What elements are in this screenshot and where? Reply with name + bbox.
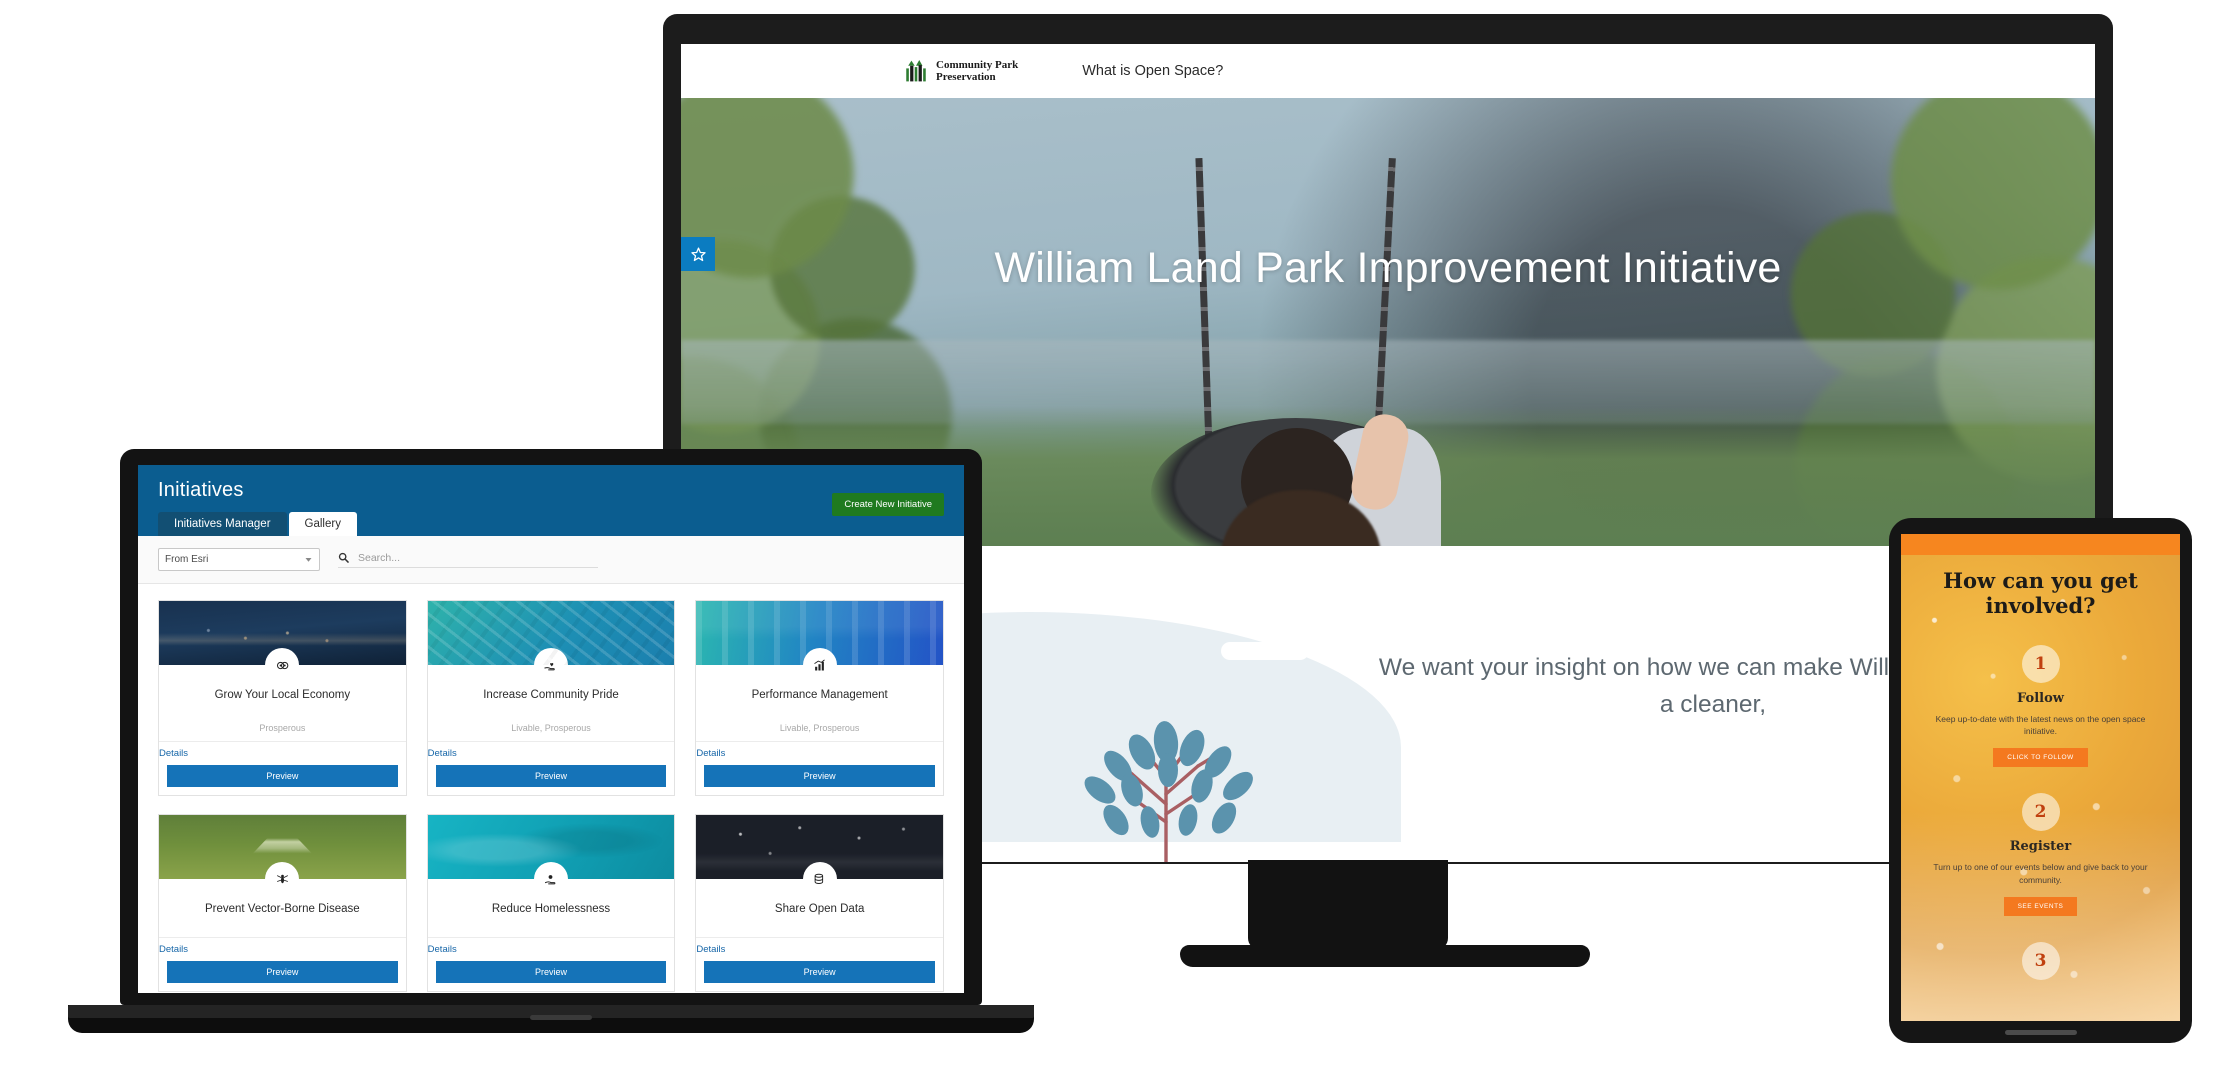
card-thumbnail (427, 601, 675, 680)
card-details-link[interactable]: Details (427, 937, 675, 961)
mobile-step-1: 1 Follow Keep up-to-date with the latest… (1915, 644, 2166, 768)
screenshot-stage: Community Park Preservation What is Open… (0, 0, 2233, 1085)
step-title: Register (2009, 839, 2072, 855)
tab-gallery[interactable]: Gallery (288, 512, 357, 536)
nav-link-what-is-open-space[interactable]: What is Open Space? (1082, 63, 1223, 79)
database-icon (804, 864, 835, 894)
laptop-screen: Initiatives Initiatives Manager Gallery … (138, 465, 964, 993)
mobile-phone-device: How can you get involved? 1 Follow Keep … (1889, 518, 2192, 1043)
card-tags: Livable, Prosperous (511, 723, 591, 733)
card-title: Increase Community Pride (483, 689, 619, 701)
card-preview-button[interactable]: Preview (435, 961, 667, 983)
search-placeholder: Search... (358, 551, 401, 564)
monitor-stand-base (1180, 945, 1590, 967)
app-toolbar: From Esri Search... (138, 536, 964, 584)
card-preview-button[interactable]: Preview (167, 961, 398, 983)
card-preview-button[interactable]: Preview (704, 961, 935, 983)
step-description: Keep up-to-date with the latest news on … (1935, 713, 2146, 737)
hand-heart-icon (535, 650, 566, 680)
card-details-link[interactable]: Details (159, 741, 406, 765)
gallery-card[interactable]: Reduce Homelessness Details Preview (426, 814, 676, 992)
illustration-cloud-right (1221, 642, 1309, 660)
mobile-home-indicator (2004, 1030, 2077, 1035)
see-events-button[interactable]: SEE EVENTS (2003, 896, 2078, 916)
card-details-link[interactable]: Details (696, 937, 943, 961)
brand-text: Community Park Preservation (936, 59, 1018, 84)
card-title: Reduce Homelessness (491, 903, 611, 915)
mobile-page-title: How can you get involved? (1943, 568, 2138, 618)
gallery-card[interactable]: Grow Your Local Economy Prosperous Detai… (158, 600, 407, 796)
card-tags: Prosperous (259, 723, 306, 733)
click-to-follow-button[interactable]: CLICK TO FOLLOW (1993, 748, 2088, 768)
card-details-link[interactable]: Details (159, 937, 406, 961)
search-icon (338, 552, 349, 563)
laptop-lid: Initiatives Initiatives Manager Gallery … (120, 449, 982, 1005)
card-title: Performance Management (751, 689, 888, 701)
card-preview-button[interactable]: Preview (435, 765, 667, 787)
initiatives-gallery: Grow Your Local Economy Prosperous Detai… (138, 584, 964, 993)
step-title: Follow (2017, 690, 2064, 706)
create-new-initiative-button[interactable]: Create New Initiative (832, 493, 944, 516)
chevron-down-icon (305, 558, 312, 562)
tab-initiatives-manager[interactable]: Initiatives Manager (158, 512, 287, 536)
card-preview-button[interactable]: Preview (704, 765, 935, 787)
search-input[interactable]: Search... (338, 552, 598, 568)
card-thumbnail (696, 815, 943, 894)
card-thumbnail (159, 601, 406, 680)
card-title: Share Open Data (774, 903, 865, 915)
laptop-trackpad-notch (530, 1015, 592, 1020)
card-thumbnail (696, 601, 943, 680)
monitor-stand-neck (1248, 860, 1448, 950)
card-title: Prevent Vector-Borne Disease (204, 903, 360, 915)
card-preview-button[interactable]: Preview (167, 765, 398, 787)
star-icon (690, 246, 706, 261)
card-thumbnail (427, 815, 675, 894)
mosquito-icon (267, 864, 298, 894)
mobile-step-3: 3 (1915, 941, 2166, 980)
source-filter-select[interactable]: From Esri (158, 548, 320, 571)
money-icon (267, 650, 298, 680)
three-trees-logo-icon (906, 59, 926, 82)
card-thumbnail (159, 815, 406, 894)
card-tags: Livable, Prosperous (779, 723, 860, 733)
gallery-card[interactable]: Prevent Vector-Borne Disease Details Pre… (158, 814, 407, 992)
gallery-card[interactable]: Increase Community Pride Livable, Prospe… (426, 600, 676, 796)
brand-line-1: Community Park (936, 58, 1019, 71)
tree-illustration (1084, 721, 1253, 862)
gallery-card[interactable]: Performance Management Livable, Prospero… (695, 600, 944, 796)
hero-title: William Land Park Improvement Initiative (994, 244, 1782, 292)
step-number: 2 (2021, 793, 2060, 832)
card-details-link[interactable]: Details (696, 741, 943, 765)
follow-badge-button[interactable] (681, 237, 715, 271)
laptop-device: Initiatives Initiatives Manager Gallery … (68, 449, 1034, 1033)
gallery-card[interactable]: Share Open Data Details Preview (695, 814, 944, 992)
source-filter-value: From Esri (165, 554, 209, 565)
bar-chart-icon (804, 650, 835, 680)
app-title: Initiatives (158, 479, 244, 501)
step-number: 1 (2021, 644, 2060, 683)
brand-logo-group[interactable]: Community Park Preservation (903, 58, 1018, 84)
mobile-screen: How can you get involved? 1 Follow Keep … (1901, 534, 2180, 1021)
card-title: Grow Your Local Economy (214, 689, 351, 701)
card-details-link[interactable]: Details (427, 741, 675, 765)
mobile-step-2: 2 Register Turn up to one of our events … (1915, 793, 2166, 916)
step-description: Turn up to one of our events below and g… (1933, 862, 2148, 885)
mobile-top-bar (1901, 534, 2180, 555)
initiatives-app-header: Initiatives Initiatives Manager Gallery … (138, 465, 964, 536)
hand-person-icon (535, 864, 566, 894)
step-number: 3 (2021, 941, 2060, 980)
app-tab-bar: Initiatives Manager Gallery (158, 512, 944, 536)
brand-line-2: Preservation (936, 71, 996, 83)
site-header: Community Park Preservation What is Open… (681, 44, 2095, 98)
mobile-content: How can you get involved? 1 Follow Keep … (1901, 555, 2180, 980)
